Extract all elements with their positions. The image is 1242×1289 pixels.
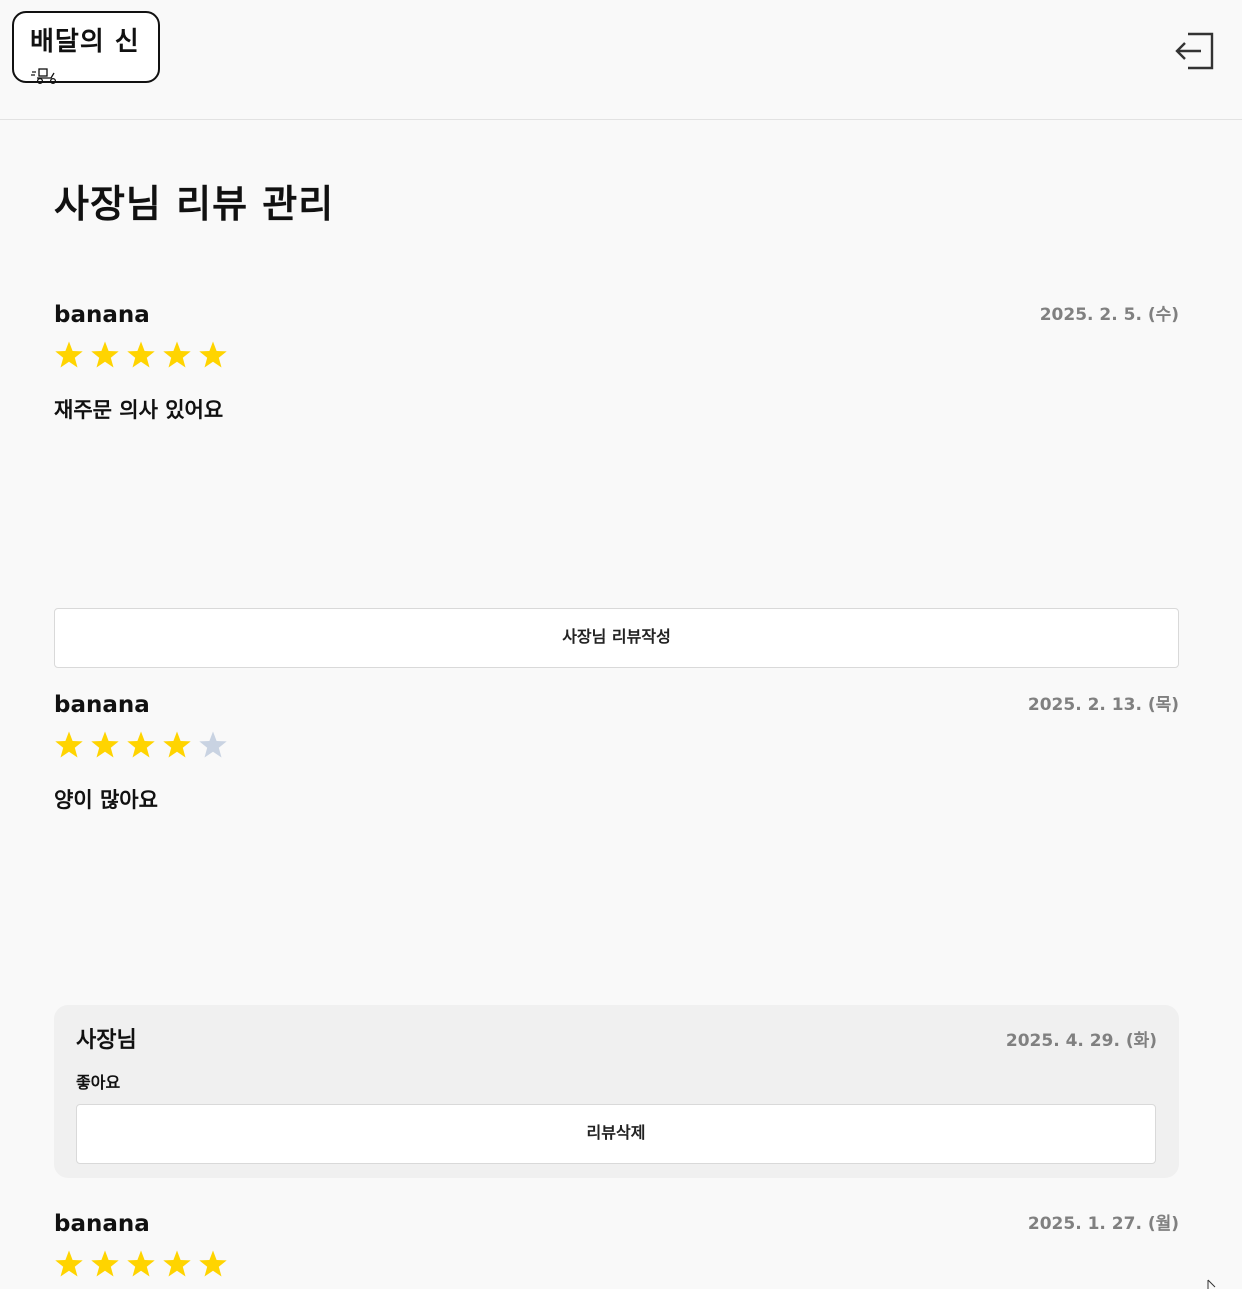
reply-content: 좋아요	[76, 1073, 121, 1092]
star-filled-icon	[55, 731, 83, 758]
star-filled-icon	[199, 1250, 227, 1277]
star-filled-icon	[127, 731, 155, 758]
review-content: 재주문 의사 있어요	[54, 398, 224, 422]
star-rating	[54, 340, 228, 374]
star-rating	[54, 1249, 228, 1283]
star-filled-icon	[163, 341, 191, 368]
logo-text: 배달의 신	[30, 27, 140, 57]
star-rating	[54, 730, 228, 764]
star-filled-icon	[127, 341, 155, 368]
app-header: 배달의 신	[0, 0, 1242, 120]
review-date: 2025. 1. 27. (월)	[1027, 1214, 1179, 1234]
delete-reply-button[interactable]: 리뷰삭제	[76, 1104, 1156, 1164]
review-username: banana	[54, 302, 150, 328]
review-username: banana	[54, 692, 150, 718]
star-filled-icon	[91, 341, 119, 368]
star-filled-icon	[199, 341, 227, 368]
star-empty-icon	[199, 731, 227, 758]
star-filled-icon	[163, 731, 191, 758]
star-filled-icon	[91, 731, 119, 758]
review-content: 양이 많아요	[54, 788, 158, 812]
write-owner-reply-button[interactable]: 사장님 리뷰작성	[54, 608, 1179, 668]
scooter-icon	[31, 68, 57, 85]
reply-date: 2025. 4. 29. (화)	[1005, 1031, 1157, 1051]
logout-icon[interactable]	[1174, 31, 1216, 71]
brand-logo[interactable]: 배달의 신	[12, 11, 160, 85]
review-date: 2025. 2. 13. (목)	[1027, 695, 1179, 715]
owner-reply-card: 사장님 2025. 4. 29. (화) 좋아요 리뷰삭제	[54, 1005, 1179, 1178]
star-filled-icon	[163, 1250, 191, 1277]
star-filled-icon	[127, 1250, 155, 1277]
mouse-cursor-icon	[1207, 1279, 1216, 1289]
star-filled-icon	[55, 341, 83, 368]
review-username: banana	[54, 1211, 150, 1237]
reply-author: 사장님	[76, 1028, 137, 1053]
review-date: 2025. 2. 5. (수)	[1039, 305, 1179, 325]
star-filled-icon	[91, 1250, 119, 1277]
star-filled-icon	[55, 1250, 83, 1277]
page-title: 사장님 리뷰 관리	[54, 182, 335, 226]
